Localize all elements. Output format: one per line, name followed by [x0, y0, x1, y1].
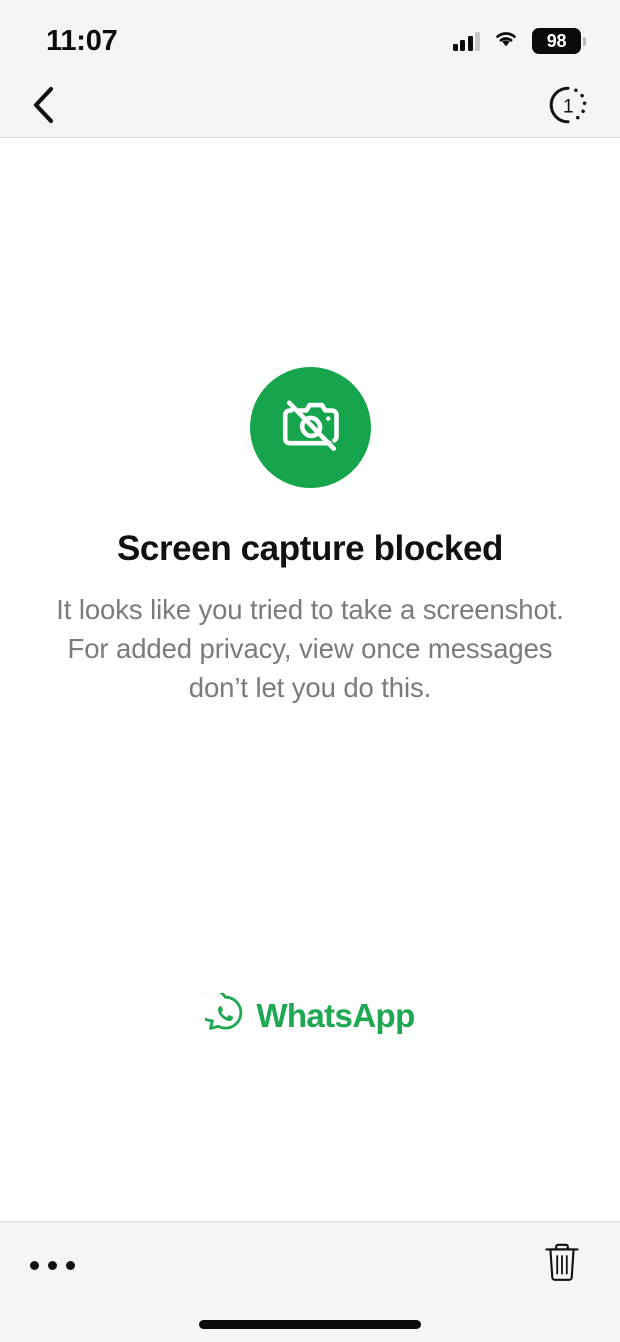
page-description: It looks like you tried to take a screen… — [56, 594, 564, 703]
battery-percent-label: 98 — [546, 31, 567, 51]
view-once-button[interactable]: 1 — [542, 82, 594, 134]
status-bar-time: 11:07 — [46, 24, 118, 57]
whatsapp-wordmark: WhatsApp — [256, 997, 415, 1034]
whatsapp-branding: WhatsApp — [0, 988, 620, 1038]
whatsapp-logo-icon — [195, 988, 245, 1038]
bottom-toolbar — [0, 1221, 620, 1342]
page-title: Screen capture blocked — [116, 529, 504, 568]
phone-screen: 11:07 98 1 Screen capture blocked It loo… — [0, 0, 620, 1342]
back-button[interactable] — [18, 82, 70, 134]
view-once-count-label: 1 — [563, 96, 574, 117]
navigation-bar: 1 — [0, 78, 620, 138]
more-dots-icon — [66, 1260, 75, 1270]
main-content: Screen capture blocked It looks like you… — [0, 138, 620, 1221]
status-bar-indicators: 98 — [452, 24, 586, 54]
more-dots-icon — [48, 1260, 57, 1270]
cellular-signal-icon — [452, 31, 480, 51]
camera-blocked-badge — [249, 367, 371, 488]
battery-icon: 98 — [532, 28, 586, 54]
status-bar: 11:07 98 — [0, 0, 620, 78]
back-chevron-icon — [30, 85, 58, 130]
home-indicator[interactable] — [199, 1320, 421, 1329]
more-dots-icon — [30, 1260, 39, 1270]
bottom-toolbar-row — [0, 1222, 620, 1308]
wifi-icon — [493, 29, 519, 53]
more-options-button[interactable] — [24, 1241, 90, 1289]
trash-icon — [543, 1242, 581, 1289]
view-once-icon: 1 — [547, 84, 589, 131]
delete-button[interactable] — [534, 1239, 590, 1291]
battery-nub — [583, 36, 586, 46]
camera-blocked-icon — [273, 388, 347, 467]
